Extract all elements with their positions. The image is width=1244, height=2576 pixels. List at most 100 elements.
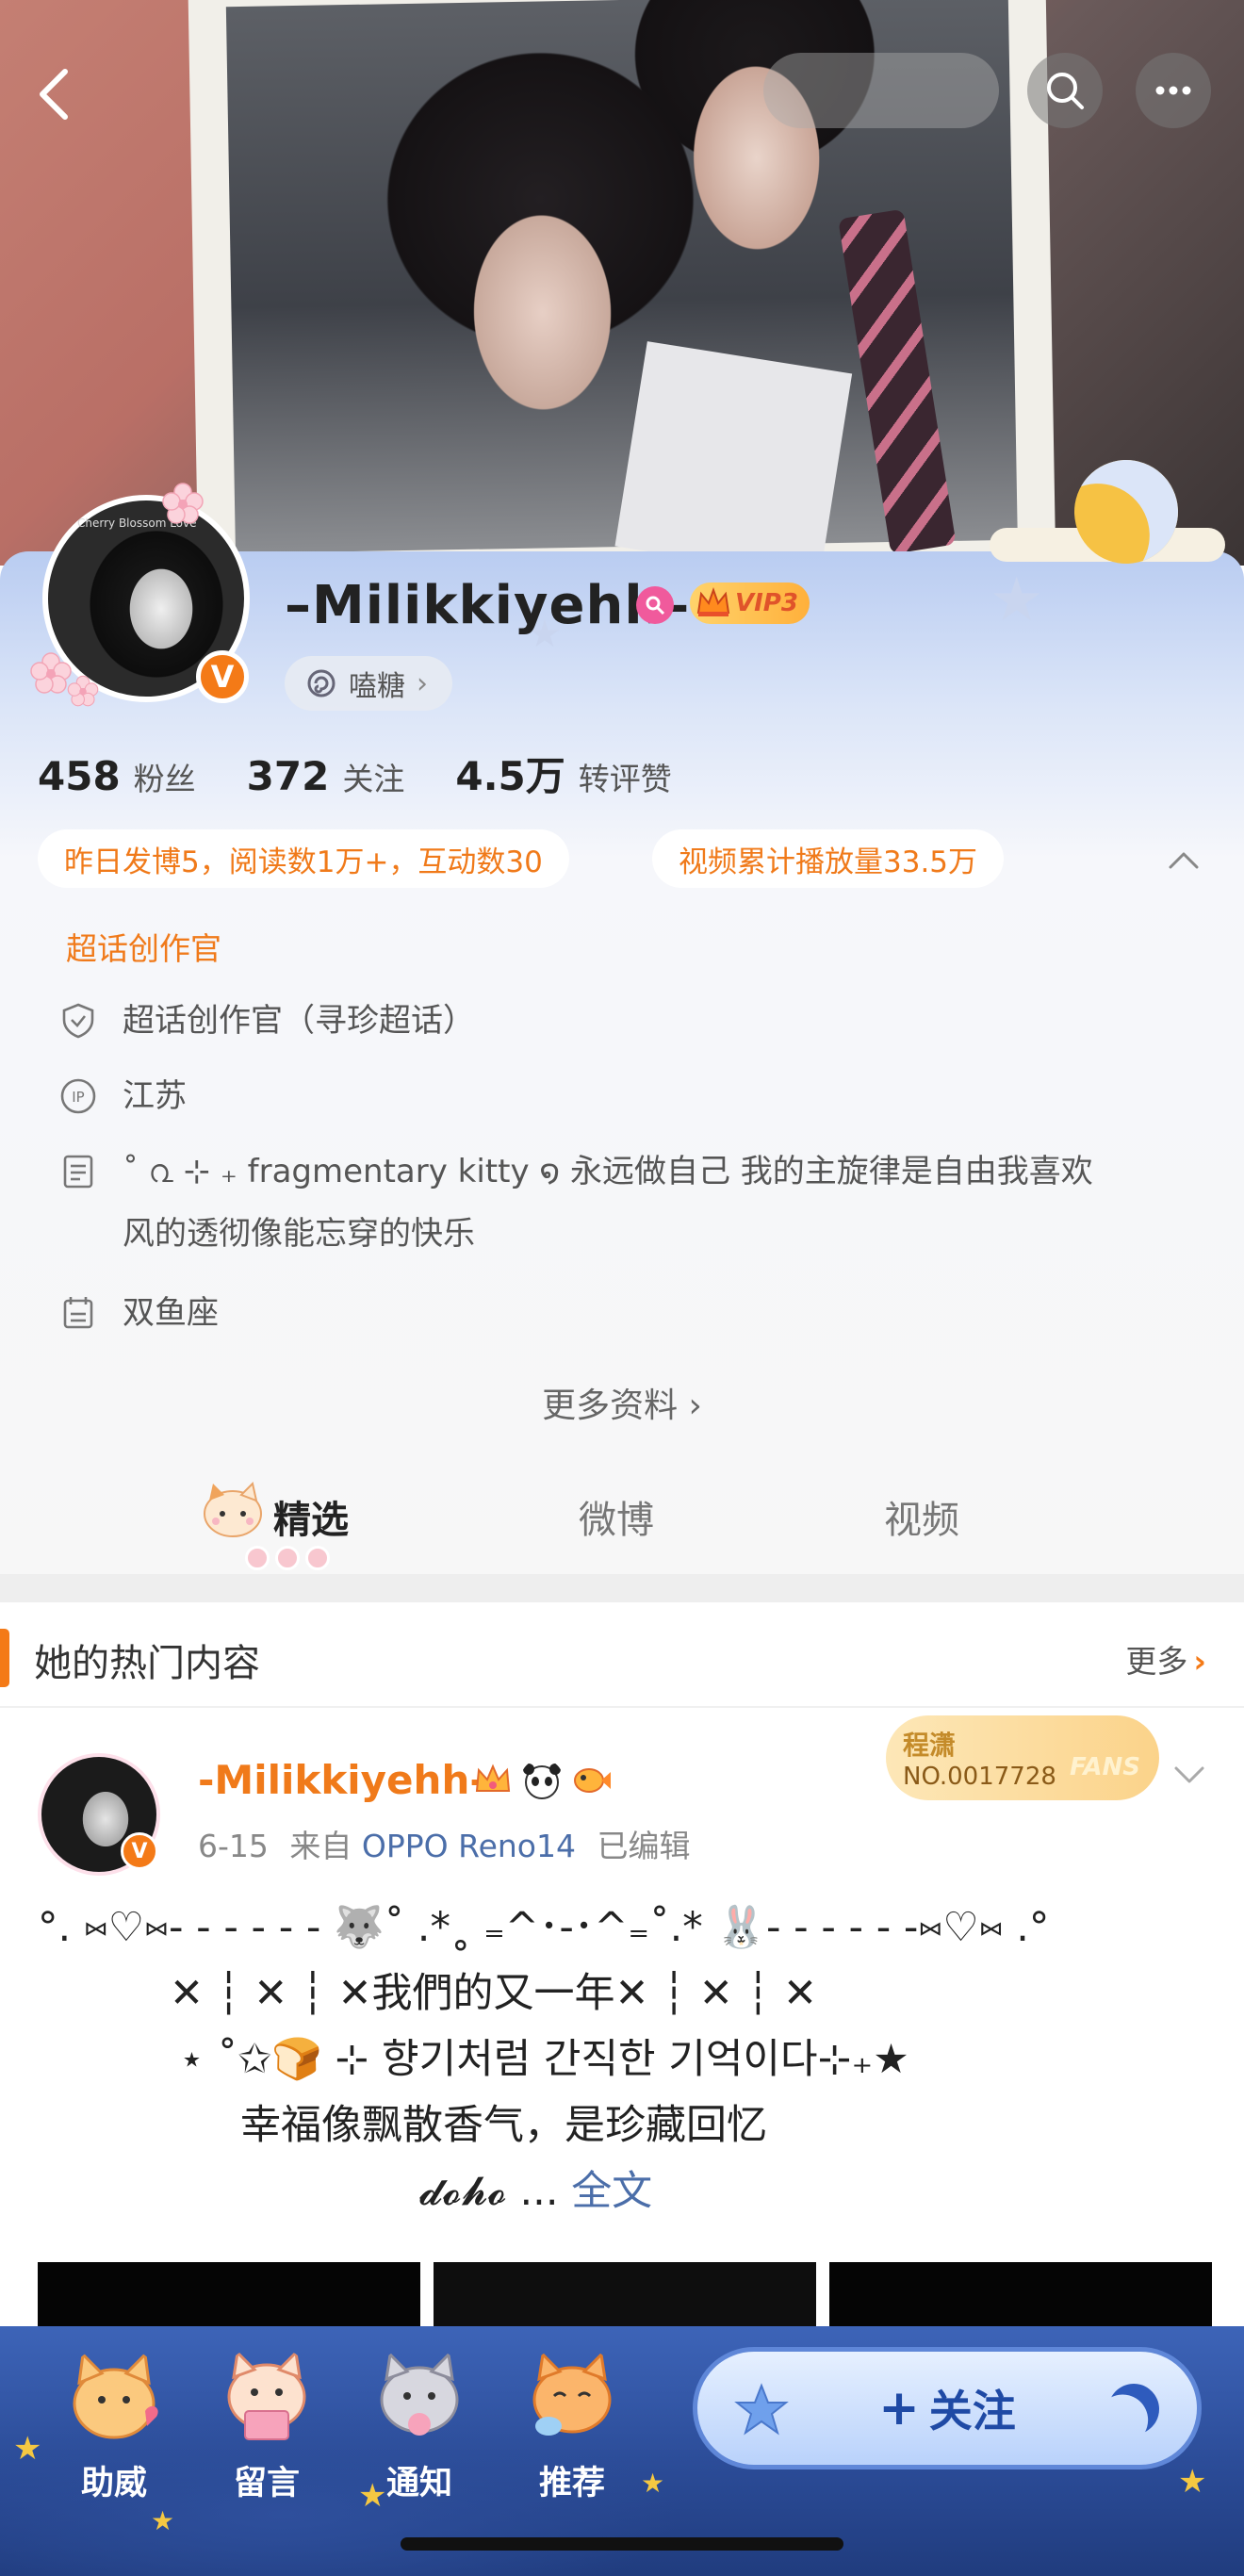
star-decoration: ★ bbox=[13, 2430, 42, 2468]
fish-icon bbox=[574, 1768, 611, 1793]
stats-row: 458 粉丝 372 关注 4.5万 转评赞 bbox=[38, 745, 723, 802]
post-text[interactable]: °. ⑅♡⑅- - - - - - 🐺˚ .*˳ ₌^･-･^₌˚.* 🐰- -… bbox=[38, 1895, 1206, 2224]
cat-message-icon bbox=[227, 2349, 306, 2440]
notify-button[interactable]: 通知 bbox=[358, 2345, 481, 2504]
post-edited: 已编辑 bbox=[597, 1828, 691, 1864]
stat-number: 4.5万 bbox=[455, 753, 565, 799]
stat-interactions[interactable]: 4.5万 转评赞 bbox=[455, 745, 671, 802]
username: –Milikkiyehh– bbox=[285, 575, 691, 636]
cheer-label: 助威 bbox=[80, 2465, 147, 2502]
post-meta: 6-15 来自 OPPO Reno14 已编辑 bbox=[198, 1821, 691, 1866]
fan-badge-fans: FANS bbox=[1069, 1753, 1140, 1781]
tab-video[interactable]: 视频 bbox=[884, 1489, 959, 1544]
info-location-text: 江苏 bbox=[123, 1077, 187, 1115]
info-bio: ˚ ൨ ⊹ ₊ fragmentary kitty ໑ 永远做自己 我的主旋律是… bbox=[123, 1140, 1197, 1265]
more-info-link[interactable]: 更多资料 › bbox=[0, 1378, 1244, 1427]
stat-number: 372 bbox=[246, 753, 330, 799]
crown-icon bbox=[696, 587, 730, 616]
recommend-button[interactable]: 推荐 bbox=[511, 2345, 633, 2504]
cat-notify-icon bbox=[380, 2351, 459, 2436]
chevron-up-icon[interactable] bbox=[1165, 841, 1203, 878]
tab-bar: 精选 微博 视频 bbox=[0, 1470, 1244, 1574]
avatar[interactable]: Cherry Blossom Love V bbox=[28, 481, 264, 716]
stat-label: 转评赞 bbox=[578, 761, 672, 797]
info-bio-row: ˚ ൨ ⊹ ₊ fragmentary kitty ໑ 永远做自己 我的主旋律是… bbox=[58, 1140, 1197, 1265]
star-decoration: ★ bbox=[990, 566, 1044, 635]
candy-chip[interactable]: 嗑糖 › bbox=[285, 656, 452, 711]
post-author-badges bbox=[471, 1759, 613, 1802]
svg-text:IP: IP bbox=[72, 1089, 84, 1106]
section-divider bbox=[0, 1574, 1244, 1602]
tab-featured[interactable]: 精选 bbox=[273, 1489, 349, 1544]
fan-badge[interactable]: 程潇 NO.0017728 FANS bbox=[886, 1715, 1159, 1800]
home-indicator[interactable] bbox=[401, 2537, 843, 2551]
post-date: 6-15 bbox=[198, 1828, 269, 1864]
search-button[interactable] bbox=[1027, 53, 1103, 128]
star-decoration: ★ bbox=[151, 2505, 175, 2536]
recommend-label: 推荐 bbox=[538, 2465, 605, 2502]
shield-icon bbox=[62, 1003, 94, 1039]
bio-line: ˚ ൨ ⊹ ₊ fragmentary kitty ໑ 永远做自己 我的主旋律是… bbox=[123, 1153, 1093, 1190]
verified-v-icon: V bbox=[196, 650, 249, 703]
stat-label: 粉丝 bbox=[133, 761, 196, 797]
stat-fans[interactable]: 458 粉丝 bbox=[38, 753, 196, 799]
section-accent-bar bbox=[0, 1629, 9, 1687]
message-button[interactable]: 留言 bbox=[205, 2345, 328, 2504]
cheer-button[interactable]: 助威 bbox=[53, 2345, 175, 2504]
divider-line bbox=[0, 1706, 1244, 1708]
post-device[interactable]: OPPO Reno14 bbox=[362, 1828, 576, 1864]
chevron-right-icon: › bbox=[417, 666, 428, 700]
hot-more-label: 更多 bbox=[1125, 1643, 1188, 1680]
bio-line: 风的透彻像能忘穿的快乐 bbox=[123, 1215, 475, 1253]
cat-icon bbox=[204, 1482, 262, 1537]
more-button[interactable] bbox=[1136, 53, 1211, 128]
lollipop-icon bbox=[307, 669, 336, 697]
follow-button[interactable]: + 关注 bbox=[693, 2347, 1202, 2469]
notify-label: 通知 bbox=[385, 2465, 452, 2502]
flower-icon bbox=[67, 675, 99, 707]
yesterday-stats-chip[interactable]: 昨日发博5，阅读数1万+，互动数30 bbox=[38, 829, 569, 888]
vip-badge[interactable]: VIP3 bbox=[690, 582, 810, 624]
post-line: °. ⑅♡⑅- - - - - - 🐺˚ .*˳ ₌^･-･^₌˚.* 🐰- -… bbox=[38, 1904, 1050, 1951]
ip-location-icon: IP bbox=[60, 1078, 96, 1114]
info-zodiac-row: 双鱼座 bbox=[58, 1291, 1197, 1335]
candy-label: 嗑糖 bbox=[349, 670, 405, 703]
chevron-right-icon: › bbox=[1193, 1643, 1206, 1680]
info-location-row: IP 江苏 bbox=[58, 1075, 1197, 1118]
calendar-icon bbox=[63, 1297, 93, 1329]
cat-recommend-icon bbox=[532, 2351, 612, 2436]
plus-icon: + bbox=[878, 2380, 920, 2437]
paw-icon bbox=[305, 1546, 330, 1570]
stat-following[interactable]: 372 关注 bbox=[247, 753, 405, 799]
message-label: 留言 bbox=[233, 2465, 300, 2502]
info-creator-text: 超话创作官（寻珍超话） bbox=[123, 1002, 475, 1040]
top-pill-button[interactable] bbox=[763, 53, 999, 128]
document-icon bbox=[63, 1155, 93, 1189]
more-dots-icon bbox=[1155, 86, 1191, 95]
hot-content-title: 她的热门内容 bbox=[34, 1642, 260, 1685]
search-badge-icon[interactable] bbox=[636, 586, 674, 624]
video-plays-chip[interactable]: 视频累计播放量33.5万 bbox=[652, 829, 1005, 888]
hot-more-link[interactable]: 更多 › bbox=[1125, 1636, 1206, 1682]
creator-title: 超话创作官 bbox=[66, 930, 221, 967]
post-line: ✕ ┆ ✕ ┆ ✕我們的又一年✕ ┆ ✕ ┆ ✕ bbox=[170, 1970, 818, 2017]
full-text-link[interactable]: 全文 bbox=[571, 2168, 652, 2215]
tab-indicator bbox=[245, 1546, 330, 1570]
post-line: 𝓭𝓸𝓱𝓸 ... bbox=[419, 2168, 559, 2215]
moon-icon bbox=[1099, 2374, 1169, 2444]
vip-label: VIP3 bbox=[735, 589, 798, 617]
back-button[interactable] bbox=[21, 57, 87, 132]
flower-icon bbox=[162, 483, 204, 524]
post-line: ⋆ ˚✩🍞 ⊹ 향기처럼 간직한 기억이다⊹₊★ bbox=[179, 2036, 909, 2083]
stat-number: 458 bbox=[38, 753, 121, 799]
info-creator-row[interactable]: 超话创作官（寻珍超话） bbox=[58, 999, 1197, 1042]
paw-icon bbox=[275, 1546, 300, 1570]
follow-label: 关注 bbox=[928, 2386, 1016, 2437]
star-decoration: ★ bbox=[641, 2468, 665, 2499]
post-from: 来自 bbox=[289, 1828, 352, 1864]
post-author-name[interactable]: -Milikkiyehh- bbox=[198, 1757, 486, 1803]
verified-v-icon: V bbox=[121, 1832, 158, 1870]
chevron-down-icon[interactable] bbox=[1169, 1753, 1210, 1795]
panda-icon bbox=[523, 1764, 561, 1799]
tab-weibo[interactable]: 微博 bbox=[579, 1489, 654, 1544]
